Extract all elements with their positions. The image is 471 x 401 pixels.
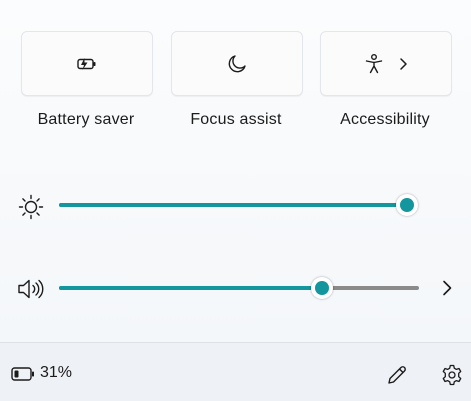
volume-slider[interactable] — [59, 277, 419, 299]
battery-percentage: 31% — [40, 364, 73, 381]
brightness-slider-thumb[interactable] — [396, 194, 418, 216]
sun-icon — [17, 193, 45, 226]
moon-icon — [226, 53, 248, 75]
footer-bar: 31% — [0, 342, 471, 401]
quick-settings-panel: Battery saver Focus assist Accessibility — [0, 0, 471, 401]
volume-output-chevron-icon[interactable] — [440, 279, 454, 302]
brightness-slider[interactable] — [59, 194, 418, 216]
accessibility-button[interactable] — [320, 31, 452, 96]
battery-saver-button[interactable] — [21, 31, 153, 96]
battery-saver-label: Battery saver — [37, 111, 135, 128]
accessibility-icon — [364, 53, 384, 75]
battery-icon[interactable] — [11, 366, 35, 387]
chevron-right-icon[interactable] — [398, 57, 408, 71]
focus-assist-label: Focus assist — [190, 111, 282, 128]
volume-slider-thumb[interactable] — [310, 277, 333, 299]
brightness-slider-fill — [59, 203, 407, 207]
pencil-icon[interactable] — [385, 363, 409, 392]
speaker-icon[interactable] — [16, 276, 46, 307]
focus-assist-button[interactable] — [171, 31, 303, 96]
accessibility-label: Accessibility — [340, 111, 430, 128]
battery-saver-icon — [75, 56, 99, 72]
volume-slider-fill — [59, 286, 322, 290]
gear-icon[interactable] — [440, 363, 464, 392]
